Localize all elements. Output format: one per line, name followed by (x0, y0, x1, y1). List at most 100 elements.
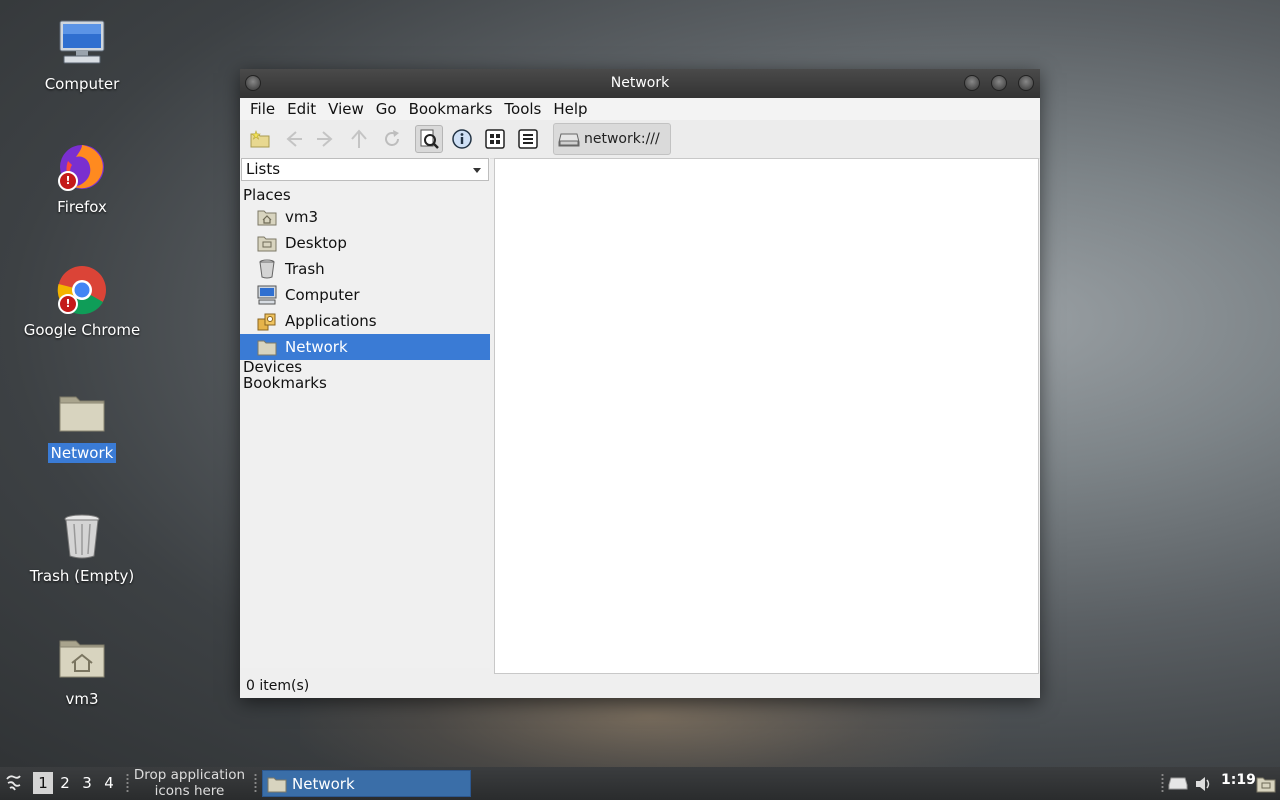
desktop-icon-computer[interactable]: Computer (17, 18, 147, 94)
maximize-button[interactable] (991, 75, 1007, 91)
menu-view[interactable]: View (322, 100, 370, 118)
reload-icon (385, 130, 399, 146)
icon-view-button[interactable] (481, 125, 509, 153)
warning-badge-icon: ! (58, 171, 78, 191)
desktop-icon-label: Google Chrome (23, 321, 141, 339)
menu-help[interactable]: Help (547, 100, 593, 118)
desktop-icon[interactable] (1256, 775, 1276, 797)
desktop-icon-label: Trash (Empty) (29, 567, 135, 585)
workspace-1[interactable]: 1 (33, 772, 53, 794)
volume-icon[interactable] (1194, 775, 1214, 797)
toolbar: network:/// (240, 120, 1040, 159)
bookmarks-header[interactable]: Bookmarks (243, 374, 327, 392)
location-path-button[interactable]: network:/// (553, 123, 671, 155)
app-menu-icon (6, 775, 21, 791)
place-item-computer[interactable]: Computer (240, 282, 490, 308)
place-item-trash[interactable]: Trash (240, 256, 490, 282)
window-title: Network (610, 75, 670, 91)
desktop-icon-firefox[interactable]: ! Firefox (17, 141, 147, 217)
grid-view-icon (485, 129, 505, 149)
status-bar-text: 0 item(s) (246, 678, 310, 694)
task-button-network[interactable]: Network (262, 770, 471, 797)
desktop-folder-icon (256, 232, 278, 254)
forward-button[interactable] (312, 125, 340, 153)
menu-file[interactable]: File (244, 100, 281, 118)
network-folder-icon (56, 387, 108, 439)
chrome-icon: ! (56, 264, 108, 316)
home-folder-icon (256, 206, 278, 228)
workspace-2[interactable]: 2 (55, 772, 75, 794)
taskbar: 1 2 3 4 Drop application icons here Netw… (0, 767, 1280, 800)
list-view-button[interactable] (514, 125, 542, 153)
desktop-icon-trash[interactable]: Trash (Empty) (17, 510, 147, 586)
desktop-icon-network[interactable]: Network (17, 387, 147, 463)
desktop-icon-label: vm3 (65, 690, 99, 708)
forward-arrow-icon (317, 131, 333, 147)
menu-bookmarks[interactable]: Bookmarks (403, 100, 499, 118)
warning-badge-icon: ! (58, 294, 78, 314)
new-folder-icon (250, 130, 270, 148)
menu-tools[interactable]: Tools (498, 100, 547, 118)
window-menu-button[interactable] (245, 75, 261, 91)
search-toggle-button[interactable] (415, 125, 443, 153)
trash-icon (56, 510, 108, 562)
desktop-icon-chrome[interactable]: ! Google Chrome (17, 264, 147, 340)
reload-button[interactable] (378, 125, 406, 153)
place-item-desktop[interactable]: Desktop (240, 230, 490, 256)
back-arrow-icon (286, 131, 302, 147)
menu-edit[interactable]: Edit (281, 100, 322, 118)
new-folder-button[interactable] (246, 125, 274, 153)
desktop-icon-label: Network (47, 443, 117, 463)
file-manager-window: Network File Edit View Go Bookmarks Tool… (240, 69, 1040, 698)
drop-hint-line: Drop application (133, 767, 246, 783)
info-button[interactable] (448, 125, 476, 153)
computer-icon (56, 18, 108, 70)
location-path-text: network:/// (584, 131, 660, 147)
clock[interactable]: 1:19 (1221, 772, 1256, 788)
home-folder-icon (56, 633, 108, 685)
side-pane-mode-value: Lists (246, 160, 281, 178)
network-folder-icon (267, 777, 287, 792)
desktop-icon-label: Computer (44, 75, 120, 93)
menu-go[interactable]: Go (370, 100, 403, 118)
place-item-vm3[interactable]: vm3 (240, 204, 490, 230)
place-label: Computer (285, 286, 360, 304)
up-button[interactable] (345, 125, 373, 153)
place-label: vm3 (285, 208, 319, 226)
panel-grip (1161, 773, 1164, 793)
places-header[interactable]: Places (243, 186, 291, 204)
desktop-icon-label: Firefox (57, 198, 107, 216)
workspace-4[interactable]: 4 (99, 772, 119, 794)
window-titlebar[interactable]: Network (240, 69, 1040, 98)
computer-icon (256, 284, 278, 306)
panel-grip (254, 773, 257, 793)
up-arrow-icon (351, 129, 367, 148)
file-list-area[interactable] (494, 158, 1039, 674)
place-label: Trash (285, 260, 325, 278)
drive-icon[interactable] (1168, 775, 1188, 795)
desktop-icon-vm3[interactable]: vm3 (17, 633, 147, 709)
trash-icon (256, 258, 278, 280)
workspace-3[interactable]: 3 (77, 772, 97, 794)
network-folder-icon (256, 336, 278, 358)
place-label: Desktop (285, 234, 347, 252)
drive-icon (558, 133, 580, 147)
chevron-down-icon (473, 168, 481, 173)
back-button[interactable] (279, 125, 307, 153)
place-item-network[interactable]: Network (240, 334, 490, 360)
firefox-icon: ! (56, 141, 108, 193)
launcher-drop-zone[interactable]: Drop application icons here (132, 767, 247, 799)
minimize-button[interactable] (964, 75, 980, 91)
search-icon (420, 129, 439, 149)
place-label: Network (285, 338, 348, 356)
start-menu-button[interactable] (4, 773, 24, 793)
list-view-icon (518, 129, 538, 149)
drop-hint-line: icons here (154, 783, 225, 799)
place-item-applications[interactable]: Applications (240, 308, 490, 334)
info-icon (452, 129, 472, 149)
menu-bar: File Edit View Go Bookmarks Tools Help (240, 98, 1040, 120)
applications-icon (256, 310, 278, 332)
side-pane-mode-select[interactable]: Lists (241, 158, 489, 181)
panel-grip (126, 773, 129, 793)
close-button[interactable] (1018, 75, 1034, 91)
